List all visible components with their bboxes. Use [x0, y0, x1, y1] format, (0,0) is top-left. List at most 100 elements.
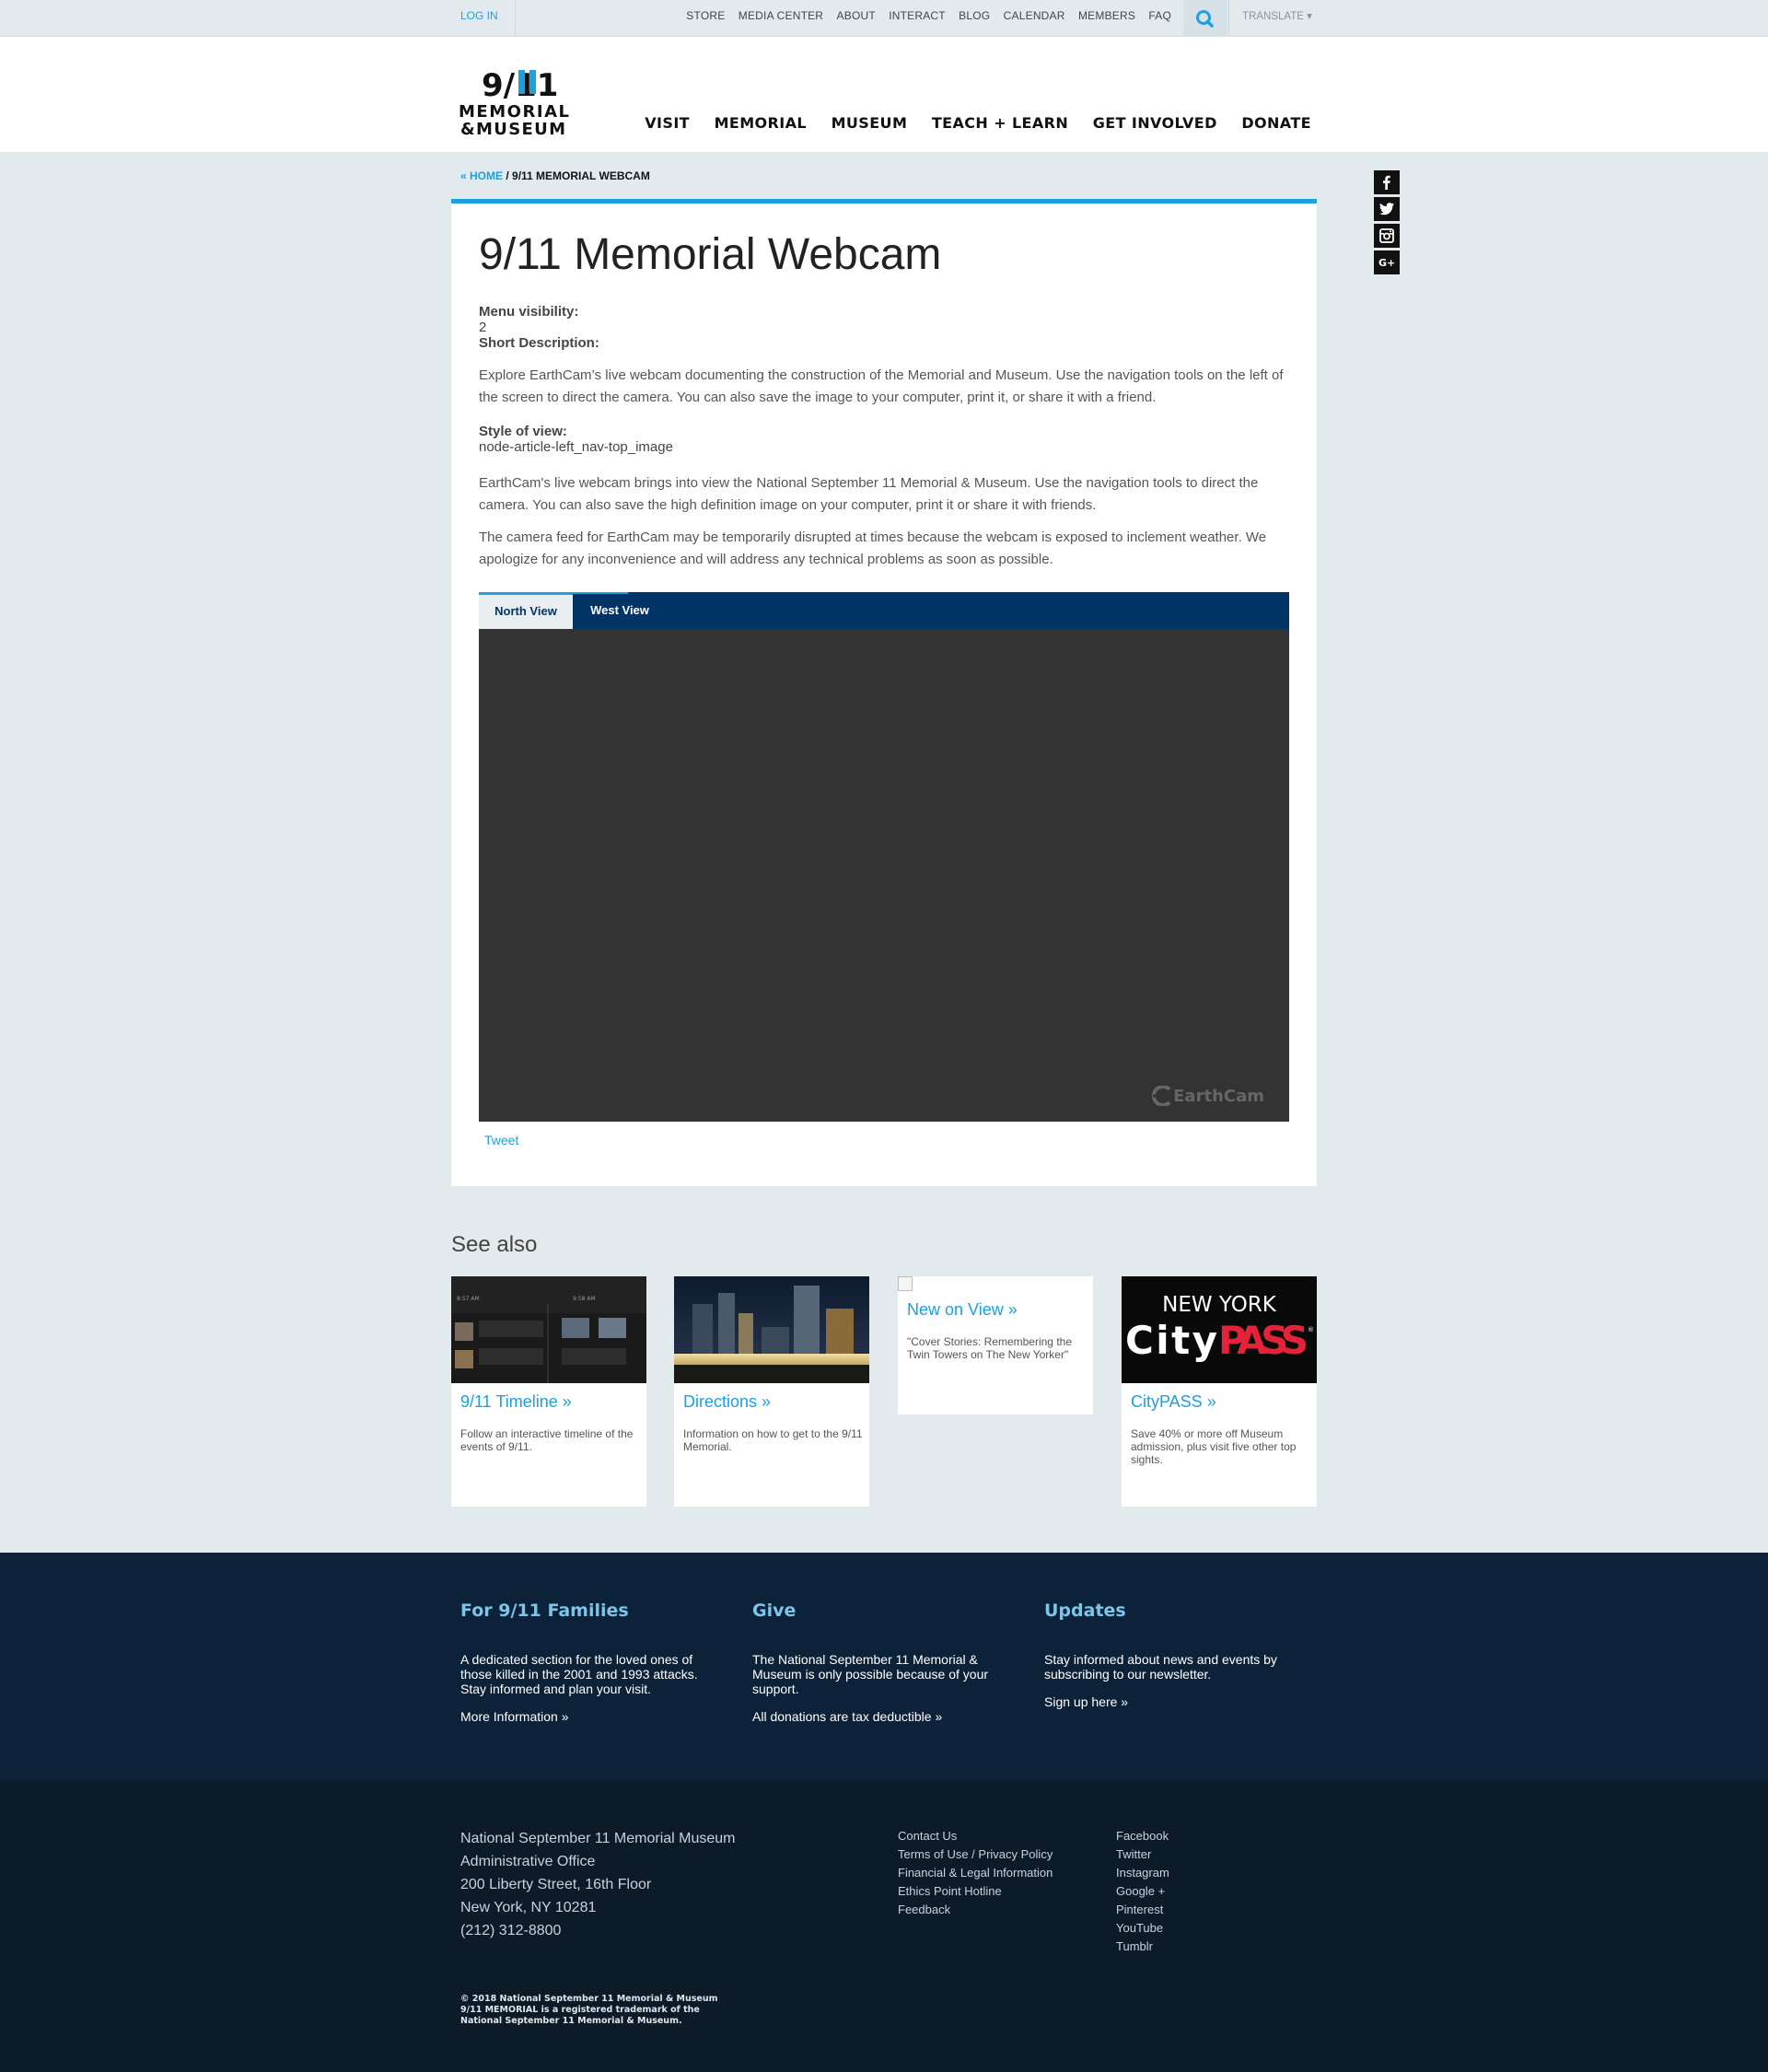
footer-link-tumblr[interactable]: Tumblr [1116, 1938, 1169, 1956]
logo-museum: &MUSEUM [460, 120, 565, 136]
new-on-view-link[interactable]: New on View » [907, 1300, 1018, 1320]
util-link-blog[interactable]: BLOG [959, 9, 990, 22]
footer-bottom: National September 11 Memorial Museum Ad… [0, 1781, 1768, 2072]
copyright: © 2018 National September 11 Memorial & … [460, 1994, 718, 2027]
nav-visit[interactable]: VISIT [645, 114, 690, 132]
nav-memorial[interactable]: MEMORIAL [715, 114, 807, 132]
webcam-viewer[interactable]: North View West View EarthCam [479, 592, 1289, 1122]
footer-cta-section: For 9/11 Families A dedicated section fo… [0, 1553, 1768, 1781]
svg-text:9:58 AM: 9:58 AM [573, 1296, 596, 1302]
citypass-city: City [1125, 1318, 1217, 1363]
footer-link-twitter[interactable]: Twitter [1116, 1845, 1169, 1864]
translate-dropdown[interactable]: TRANSLATE ▾ [1228, 0, 1317, 37]
footer-families: For 9/11 Families A dedicated section fo… [460, 1601, 709, 1726]
menu-visibility-value: 2 [479, 320, 487, 335]
address-line-street: 200 Liberty Street, 16th Floor [460, 1877, 652, 1892]
short-description: Explore EarthCam’s live webcam documenti… [479, 367, 1284, 405]
tab-indicator [573, 592, 628, 594]
footer-link-instagram[interactable]: Instagram [1116, 1864, 1169, 1882]
webcam-tabs: North View West View [479, 592, 1289, 629]
util-link-about[interactable]: ABOUT [837, 9, 876, 22]
twitter-share-button[interactable] [1374, 197, 1400, 221]
footer-link-ethics[interactable]: Ethics Point Hotline [898, 1882, 1053, 1901]
breadcrumb-current: 9/11 MEMORIAL WEBCAM [512, 169, 650, 182]
main-nav: VISIT MEMORIAL MUSEUM TEACH + LEARN GET … [625, 114, 1311, 132]
see-also-heading: See also [451, 1232, 538, 1257]
citypass-new-york: NEW YORK [1162, 1293, 1277, 1317]
nav-museum[interactable]: MUSEUM [832, 114, 908, 132]
footer-link-feedback[interactable]: Feedback [898, 1901, 1053, 1919]
see-also-tile-directions[interactable]: Directions » Information on how to get t… [674, 1276, 869, 1507]
updates-text: Stay informed about news and events by s… [1044, 1652, 1277, 1682]
copyright-line-2: 9/11 MEMORIAL is a registered trademark … [460, 2005, 700, 2015]
twitter-icon [1379, 203, 1394, 215]
footer-updates: Updates Stay informed about news and eve… [1044, 1601, 1293, 1711]
earthcam-watermark: EarthCam [1149, 1086, 1264, 1106]
breadcrumb-home[interactable]: « HOME [460, 169, 503, 182]
svg-text:G+: G+ [1378, 257, 1395, 269]
site-header: 9/11 MEMORIAL &MUSEUM VISIT MEMORIAL MUS… [0, 37, 1768, 152]
nav-get-involved[interactable]: GET INVOLVED [1093, 114, 1217, 132]
footer-address: National September 11 Memorial Museum Ad… [460, 1827, 736, 1942]
login-link[interactable]: LOG IN [460, 0, 516, 37]
tweet-link[interactable]: Tweet [484, 1133, 518, 1147]
util-link-members[interactable]: MEMBERS [1078, 9, 1135, 22]
give-donate-link[interactable]: All donations are tax deductible » [752, 1709, 942, 1724]
families-more-link[interactable]: More Information » [460, 1709, 569, 1724]
footer-link-terms[interactable]: Terms of Use / Privacy Policy [898, 1845, 1053, 1864]
instagram-icon [1379, 228, 1394, 243]
new-on-view-description: "Cover Stories: Remembering the Twin Tow… [907, 1335, 1072, 1361]
footer-link-facebook[interactable]: Facebook [1116, 1827, 1169, 1845]
menu-visibility-label: Menu visibility: [479, 304, 579, 320]
util-link-store[interactable]: STORE [686, 9, 725, 22]
footer-link-google-plus[interactable]: Google + [1116, 1882, 1169, 1901]
directions-thumbnail [674, 1276, 869, 1383]
breadcrumb-separator: / [503, 169, 513, 182]
address-line-phone[interactable]: (212) 312-8800 [460, 1919, 736, 1942]
footer-link-contact[interactable]: Contact Us [898, 1827, 1053, 1845]
footer-legal-links: Contact Us Terms of Use / Privacy Policy… [898, 1827, 1053, 1919]
updates-signup-link[interactable]: Sign up here » [1044, 1694, 1128, 1709]
site-logo[interactable]: 9/11 MEMORIAL &MUSEUM [458, 63, 572, 139]
social-share-bar: G+ [1374, 170, 1400, 277]
footer-social-links: Facebook Twitter Instagram Google + Pint… [1116, 1827, 1169, 1956]
utility-links: STORE MEDIA CENTER ABOUT INTERACT BLOG C… [676, 0, 1171, 37]
families-text: A dedicated section for the loved ones o… [460, 1652, 698, 1696]
copyright-line-3: National September 11 Memorial & Museum. [460, 2016, 682, 2026]
families-heading[interactable]: For 9/11 Families [460, 1601, 709, 1621]
search-icon [1196, 10, 1214, 28]
util-link-interact[interactable]: INTERACT [889, 9, 946, 22]
util-link-calendar[interactable]: CALENDAR [1004, 9, 1065, 22]
footer-link-youtube[interactable]: YouTube [1116, 1919, 1169, 1938]
directions-description: Information on how to get to the 9/11 Me… [683, 1427, 863, 1453]
nav-teach-learn[interactable]: TEACH + LEARN [932, 114, 1068, 132]
util-link-faq[interactable]: FAQ [1148, 9, 1171, 22]
util-link-media-center[interactable]: MEDIA CENTER [739, 9, 823, 22]
instagram-share-button[interactable] [1374, 224, 1400, 248]
citypass-registered-mark: ® [1308, 1326, 1314, 1333]
see-also-tile-new-on-view[interactable]: New on View » "Cover Stories: Rememberin… [898, 1276, 1093, 1414]
address-line-city: New York, NY 10281 [460, 1900, 597, 1915]
address-line-name: National September 11 Memorial Museum [460, 1831, 736, 1846]
facebook-share-button[interactable] [1374, 170, 1400, 194]
footer-link-financial[interactable]: Financial & Legal Information [898, 1864, 1053, 1882]
citypass-link[interactable]: CityPASS » [1131, 1392, 1216, 1412]
updates-heading[interactable]: Updates [1044, 1601, 1293, 1621]
footer-link-pinterest[interactable]: Pinterest [1116, 1901, 1169, 1919]
broken-image-icon [898, 1276, 913, 1291]
search-button[interactable] [1183, 0, 1227, 37]
tab-west-view[interactable]: West View [573, 592, 667, 629]
see-also-tile-citypass[interactable]: NEW YORK City PASS ® CityPASS » Save 40%… [1122, 1276, 1317, 1507]
give-text: The National September 11 Memorial & Mus… [752, 1652, 989, 1696]
google-plus-share-button[interactable]: G+ [1374, 250, 1400, 274]
intro-paragraph: EarthCam's live webcam brings into view … [479, 475, 1259, 513]
timeline-link[interactable]: 9/11 Timeline » [460, 1392, 572, 1412]
see-also-tile-timeline[interactable]: 8:57 AM 9:58 AM 9/11 Timeline » Follow a… [451, 1276, 646, 1507]
nav-donate[interactable]: DONATE [1241, 114, 1311, 132]
utility-bar: LOG IN STORE MEDIA CENTER ABOUT INTERACT… [0, 0, 1768, 37]
logo-memorial: MEMORIAL [459, 102, 569, 122]
tab-north-view[interactable]: North View [479, 592, 573, 629]
copyright-line-1: © 2018 National September 11 Memorial & … [460, 1994, 718, 2004]
directions-link[interactable]: Directions » [683, 1392, 771, 1412]
give-heading[interactable]: Give [752, 1601, 1001, 1621]
